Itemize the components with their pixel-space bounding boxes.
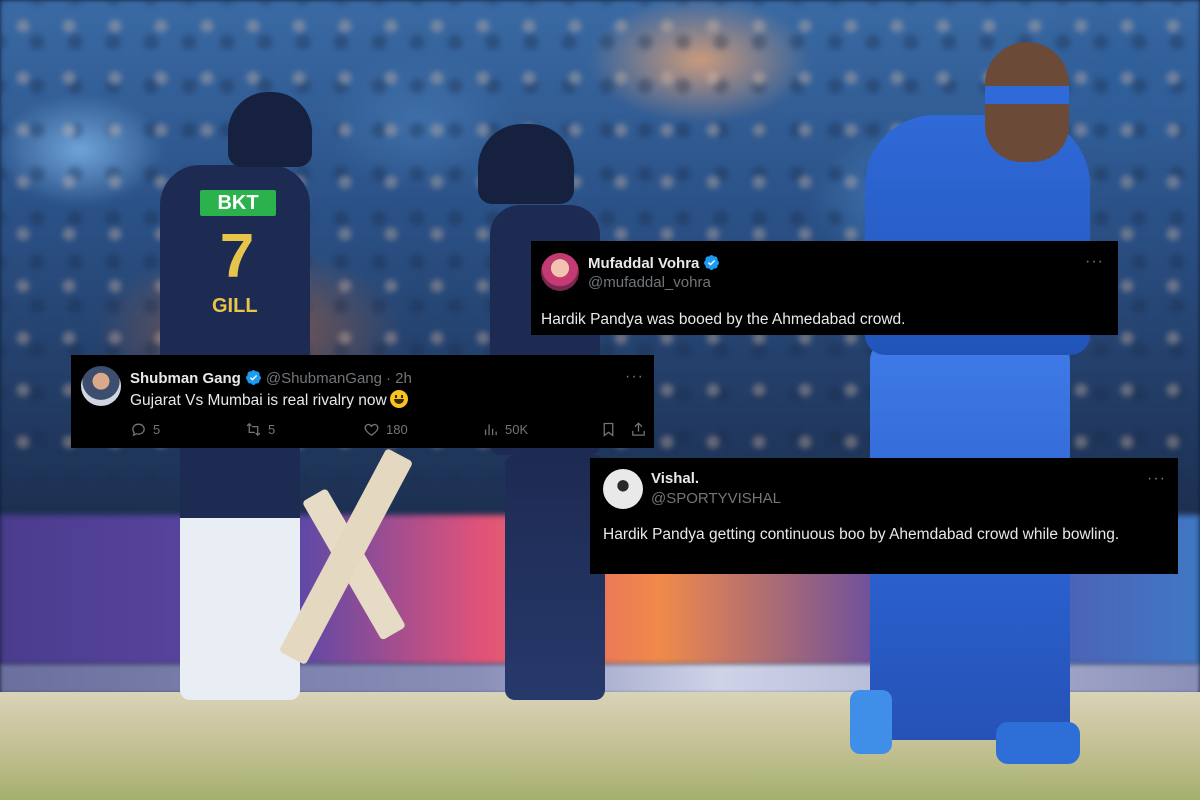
helmet: [228, 92, 312, 167]
tweet-author-name[interactable]: Shubman Gang @ShubmanGang · 2h: [130, 369, 412, 387]
tweet-card-vishal[interactable]: Vishal. @SPORTYVISHAL ··· Hardik Pandya …: [590, 458, 1178, 574]
tweet-card-mufaddal[interactable]: Mufaddal Vohra @mufaddal_vohra ··· Hardi…: [531, 241, 1118, 335]
bookmark-button[interactable]: [600, 421, 617, 438]
tweet-author-name[interactable]: Mufaddal Vohra: [588, 254, 720, 272]
like-button[interactable]: 180: [363, 421, 408, 438]
tweet-author-handle[interactable]: @mufaddal_vohra: [588, 274, 711, 291]
verified-badge-icon: [245, 370, 261, 385]
tweet-time[interactable]: · 2h: [386, 370, 412, 387]
views-button[interactable]: 50K: [482, 421, 528, 438]
share-button[interactable]: [630, 421, 647, 438]
tweet-author-handle[interactable]: @ShubmanGang: [266, 370, 382, 387]
helmet: [478, 124, 574, 204]
like-count: 180: [386, 422, 408, 437]
more-icon[interactable]: ···: [1147, 470, 1166, 488]
jersey-number: 7: [219, 222, 255, 291]
like-icon: [364, 423, 379, 436]
verified-badge-icon: [704, 255, 720, 270]
tweet-text: Gujarat Vs Mumbai is real rivalry now: [130, 389, 408, 412]
tweet-author-name[interactable]: Vishal.: [651, 470, 699, 487]
batter-gill-legs: [180, 440, 300, 700]
author-name-text: Shubman Gang: [130, 370, 241, 387]
views-count: 50K: [505, 422, 529, 437]
tweet-text: Hardik Pandya was booed by the Ahmedabad…: [541, 311, 906, 328]
reply-button[interactable]: 5: [130, 421, 160, 438]
views-icon: [484, 424, 497, 436]
reply-icon: [132, 423, 145, 437]
tweet-text: Hardik Pandya getting continuous boo by …: [603, 526, 1120, 543]
author-name-text: Mufaddal Vohra: [588, 255, 700, 272]
share-icon: [632, 422, 645, 436]
shoe: [996, 722, 1080, 764]
avatar[interactable]: [81, 366, 121, 406]
more-icon[interactable]: ···: [1085, 253, 1104, 271]
jersey-name: GILL: [212, 295, 258, 317]
more-icon[interactable]: ···: [625, 368, 644, 386]
tweet-text-content: Gujarat Vs Mumbai is real rivalry now: [130, 392, 387, 409]
reply-count: 5: [153, 422, 161, 437]
headband: [985, 86, 1069, 104]
jersey-sponsor: BKT: [200, 190, 276, 216]
avatar[interactable]: [541, 253, 579, 291]
smiley-emoji-icon: [389, 390, 408, 408]
avatar[interactable]: [603, 469, 643, 509]
tweet-actions: 5 5 180 50K: [130, 421, 650, 443]
shoe: [850, 690, 892, 754]
tweet-card-shubman-gang[interactable]: Shubman Gang @ShubmanGang · 2h ··· Gujarat…: [71, 355, 654, 448]
tweet-author-handle[interactable]: @SPORTYVISHAL: [651, 490, 781, 507]
bookmark-icon: [603, 422, 614, 437]
repost-icon: [246, 422, 261, 437]
repost-count: 5: [268, 422, 276, 437]
repost-button[interactable]: 5: [245, 421, 275, 438]
